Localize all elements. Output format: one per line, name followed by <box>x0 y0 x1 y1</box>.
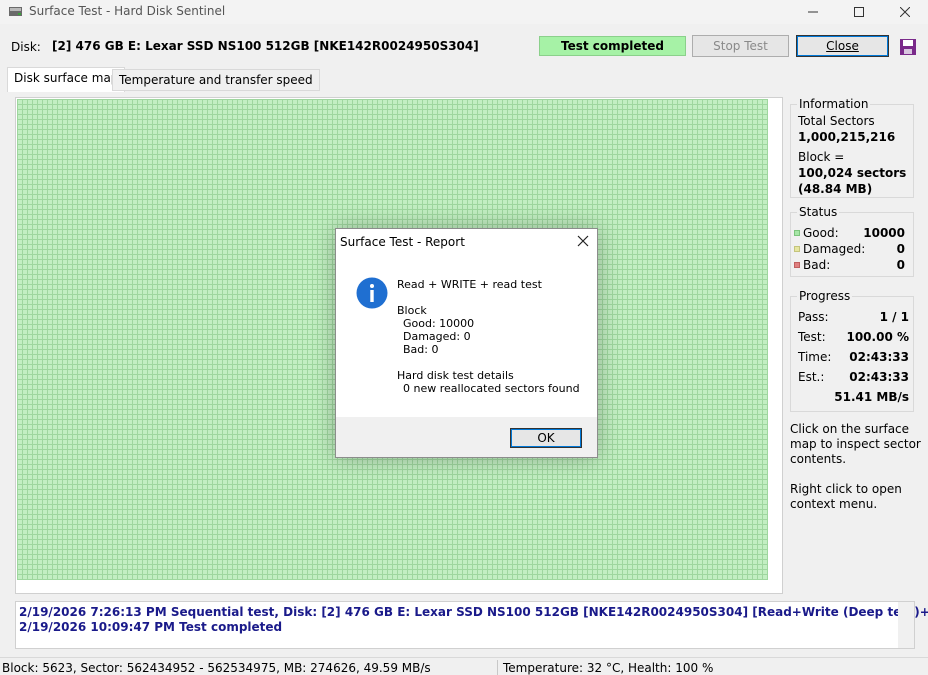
block-heading: Block <box>397 304 427 317</box>
est-label: Est.: <box>798 370 825 384</box>
damaged-count: 0 <box>896 242 905 256</box>
progress-group: Progress Pass: 1 / 1 Test: 100.00 % Time… <box>790 289 914 412</box>
total-sectors-value: 1,000,215,216 <box>798 130 896 144</box>
status-badge: Test completed <box>539 36 686 56</box>
status-title: Status <box>797 205 840 219</box>
good-count: 10000 <box>863 226 905 240</box>
damaged-label: Damaged: <box>803 242 866 256</box>
pass-label: Pass: <box>798 310 829 324</box>
information-group: Information Total Sectors 1,000,215,216 … <box>790 97 914 198</box>
close-button[interactable]: Close <box>796 35 889 57</box>
block-sectors-value: 100,024 sectors <box>798 166 907 180</box>
test-type-text: Read + WRITE + read test <box>397 278 542 291</box>
event-log[interactable]: 2/19/2026 7:26:13 PM Sequential test, Di… <box>15 601 928 649</box>
time-value: 02:43:33 <box>849 350 909 364</box>
block-label: Block = <box>798 150 845 164</box>
log-entry: 2/19/2026 10:09:47 PM Test completed <box>19 620 283 634</box>
log-scrollbar[interactable] <box>898 602 914 648</box>
time-label: Time: <box>798 350 832 364</box>
block-mb-value: (48.84 MB) <box>798 182 873 196</box>
pass-value: 1 / 1 <box>879 310 909 324</box>
status-group: Status Good: 10000 Damaged: 0 Bad: 0 <box>790 205 914 277</box>
test-value: 100.00 % <box>846 330 909 344</box>
ok-button[interactable]: OK <box>510 428 582 448</box>
tab-temperature-transfer-speed[interactable]: Temperature and transfer speed <box>112 69 320 91</box>
title-bar: Surface Test - Hard Disk Sentinel <box>0 0 928 24</box>
dialog-damaged: Damaged: 0 <box>403 330 471 343</box>
maximize-icon <box>854 7 864 17</box>
dialog-close-icon[interactable] <box>576 234 590 248</box>
test-label: Test: <box>798 330 826 344</box>
minimize-icon <box>808 11 818 13</box>
details-heading: Hard disk test details <box>397 369 514 382</box>
speed-value: 51.41 MB/s <box>834 390 909 404</box>
tab-disk-surface-map[interactable]: Disk surface map <box>7 67 126 92</box>
bad-count: 0 <box>896 258 905 272</box>
minimize-button[interactable] <box>790 0 836 24</box>
bad-legend: Bad: <box>794 258 830 272</box>
bad-label: Bad: <box>803 258 831 272</box>
total-sectors-label: Total Sectors <box>798 114 875 128</box>
dialog-footer: OK <box>336 417 597 457</box>
surface-test-report-dialog: Surface Test - Report Read + WRITE + rea… <box>335 228 598 458</box>
context-menu-hint: Right click to open context menu. <box>790 482 902 511</box>
est-value: 02:43:33 <box>849 370 909 384</box>
damaged-swatch <box>794 246 800 252</box>
bad-swatch <box>794 262 800 268</box>
save-icon[interactable] <box>899 38 917 56</box>
status-bar: Block: 5623, Sector: 562434952 - 5625349… <box>0 657 928 675</box>
information-title: Information <box>797 97 871 111</box>
dialog-good: Good: 10000 <box>403 317 475 330</box>
details-text: 0 new reallocated sectors found <box>403 382 580 395</box>
surface-map-hint: Click on the surface map to inspect sect… <box>790 422 921 466</box>
disk-toolbar: Disk: [2] 476 GB E: Lexar SSD NS100 512G… <box>0 32 928 60</box>
info-icon <box>356 277 388 309</box>
progress-title: Progress <box>797 289 853 303</box>
window-close-button[interactable] <box>882 0 928 24</box>
dialog-title: Surface Test - Report <box>340 235 465 249</box>
maximize-button[interactable] <box>836 0 882 24</box>
log-entry: 2/19/2026 7:26:13 PM Sequential test, Di… <box>19 605 928 619</box>
good-swatch <box>794 230 800 236</box>
temperature-health-readout: Temperature: 32 °C, Health: 100 % <box>503 661 714 675</box>
good-legend: Good: <box>794 226 839 240</box>
close-icon <box>900 7 910 17</box>
status-divider <box>497 660 498 675</box>
disk-label: Disk: <box>11 40 41 54</box>
stop-test-button[interactable]: Stop Test <box>692 35 789 57</box>
disk-icon <box>9 7 22 16</box>
dialog-bad: Bad: 0 <box>403 343 439 356</box>
damaged-legend: Damaged: <box>794 242 865 256</box>
block-sector-readout: Block: 5623, Sector: 562434952 - 5625349… <box>2 661 431 675</box>
disk-name: [2] 476 GB E: Lexar SSD NS100 512GB [NKE… <box>52 39 479 53</box>
good-label: Good: <box>803 226 839 240</box>
window-title: Surface Test - Hard Disk Sentinel <box>29 4 226 18</box>
